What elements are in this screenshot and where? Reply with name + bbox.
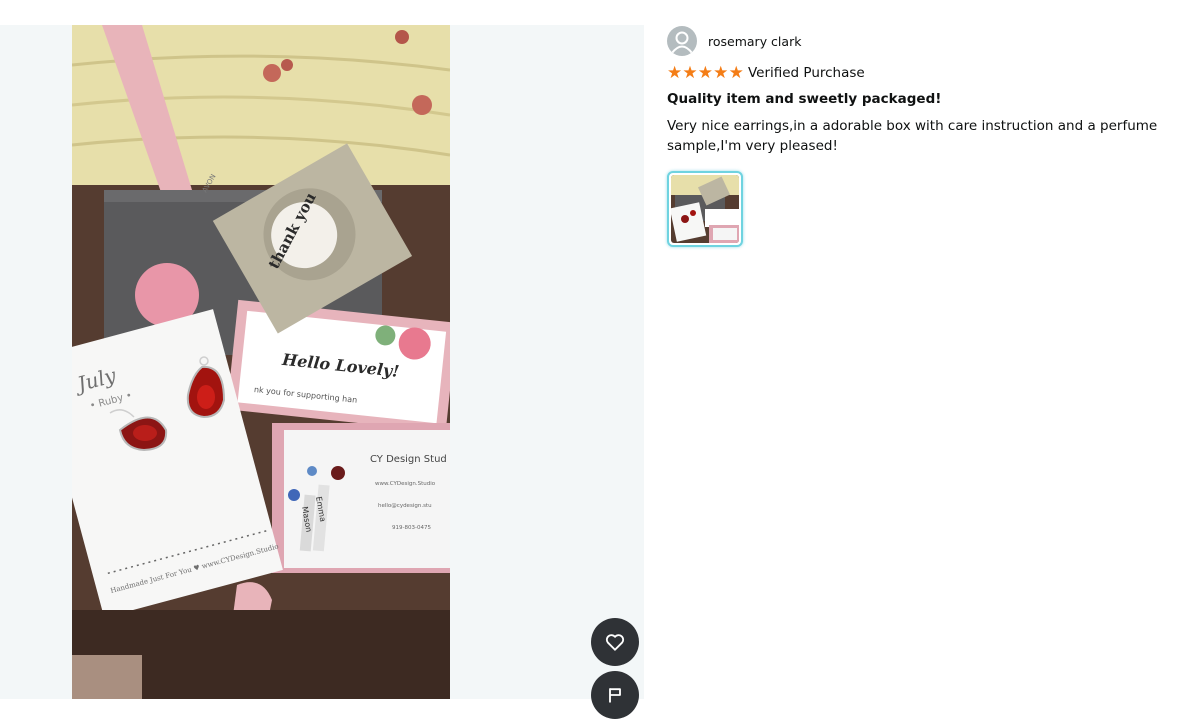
business-email-text: hello@cydesign.stu xyxy=(378,503,432,509)
star-icon: ★ xyxy=(697,62,714,83)
verified-purchase-badge: Verified Purchase xyxy=(747,65,865,81)
avatar xyxy=(667,26,697,56)
review-body: Very nice earrings,in a adorable box wit… xyxy=(667,118,1158,154)
reviewer-name[interactable]: rosemary clark xyxy=(708,34,801,49)
review-photo: Hello Lovely! nk you for supporting han … xyxy=(72,25,450,699)
like-button[interactable] xyxy=(591,618,639,666)
heart-icon xyxy=(605,634,625,651)
business-phone-text: 919-803-0475 xyxy=(392,525,431,531)
star-icon: ★ xyxy=(682,62,698,83)
business-web-text: www.CYDesign.Studio xyxy=(375,481,436,487)
user-icon xyxy=(671,31,693,54)
review-image-viewer: Hello Lovely! nk you for supporting han … xyxy=(0,25,644,719)
review-panel: rosemary clark ★ ★ ★ ★ ★ Verified Purcha… xyxy=(667,26,1187,247)
review-image-thumbnail[interactable] xyxy=(667,171,743,247)
star-icon: ★ xyxy=(713,62,729,83)
star-icon: ★ xyxy=(667,62,683,83)
star-rating: ★ ★ ★ ★ ★ xyxy=(667,62,744,83)
rating-row: ★ ★ ★ ★ ★ Verified Purchase xyxy=(667,64,1187,82)
business-name-text: CY Design Stud xyxy=(370,454,447,465)
flag-icon xyxy=(609,688,621,703)
review-title: Quality item and sweetly packaged! xyxy=(667,91,942,107)
star-icon: ★ xyxy=(728,62,744,83)
reviewer-profile[interactable]: rosemary clark xyxy=(667,26,1187,56)
